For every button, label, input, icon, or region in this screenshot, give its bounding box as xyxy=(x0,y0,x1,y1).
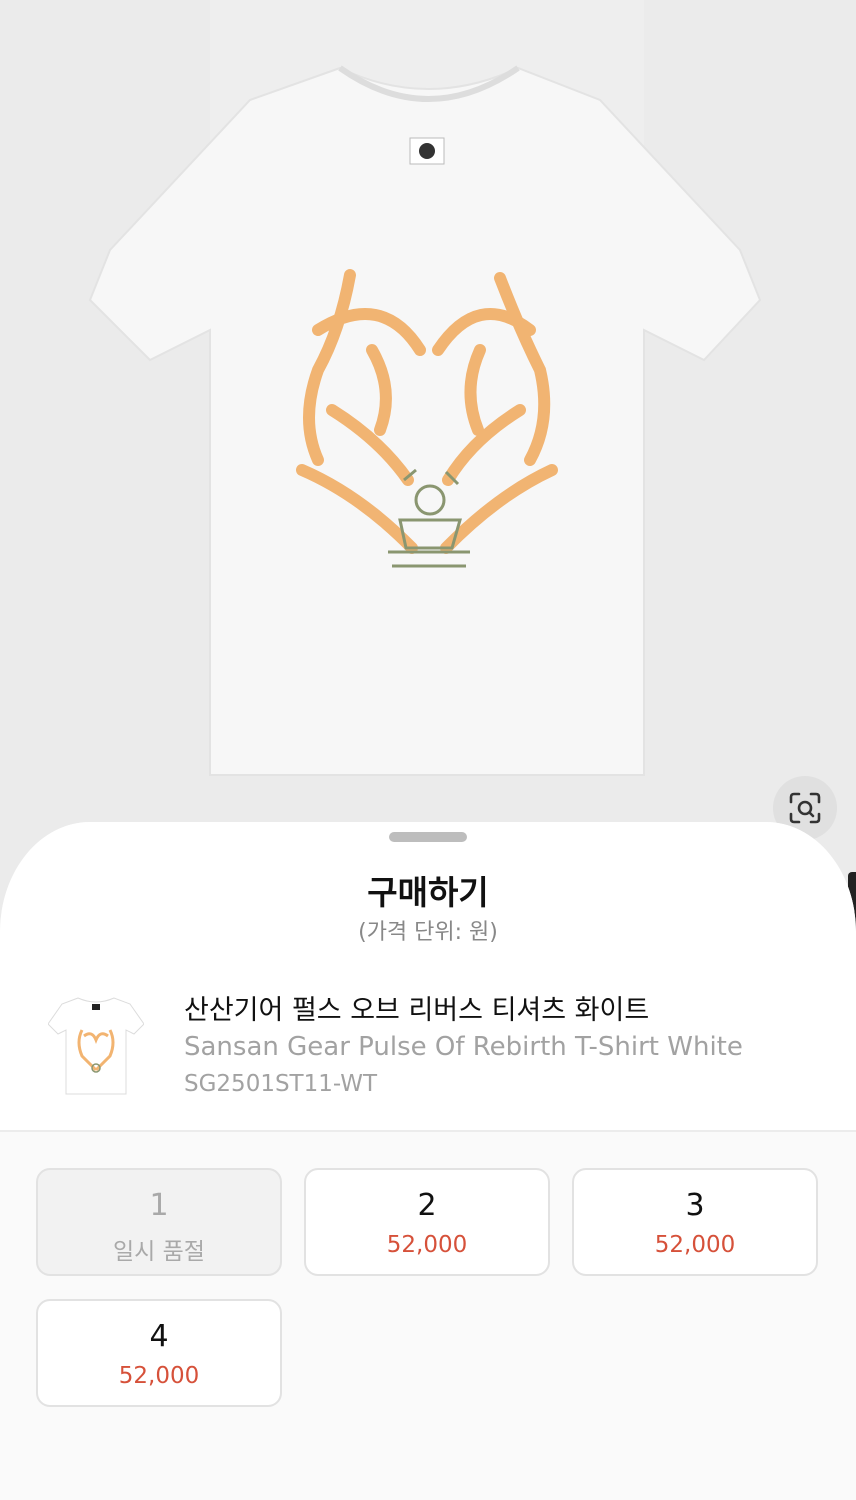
purchase-sheet: 구매하기 (가격 단위: 원) 산산기어 펄스 오브 리버스 티셔츠 화이트 S… xyxy=(0,822,856,1500)
product-name-ko: 산산기어 펄스 오브 리버스 티셔츠 화이트 xyxy=(184,995,650,1026)
size-status: 일시 품절 xyxy=(113,1239,205,1265)
size-option-2[interactable]: 2 52,000 xyxy=(304,1168,550,1276)
size-label: 1 xyxy=(149,1188,169,1223)
size-label: 4 xyxy=(149,1319,169,1354)
size-option-3[interactable]: 3 52,000 xyxy=(572,1168,818,1276)
t-shirt-image xyxy=(88,65,762,776)
product-image-area xyxy=(0,0,856,860)
size-label: 3 xyxy=(685,1188,705,1223)
size-label: 2 xyxy=(417,1188,437,1223)
sheet-drag-handle[interactable] xyxy=(389,832,467,842)
size-option-4[interactable]: 4 52,000 xyxy=(36,1299,282,1407)
size-price: 52,000 xyxy=(118,1363,200,1389)
product-thumbnail xyxy=(48,997,144,1095)
product-sku: SG2501ST11-WT xyxy=(184,1071,378,1097)
size-option-1[interactable]: 1 일시 품절 xyxy=(36,1168,282,1276)
visual-search-icon xyxy=(789,792,821,824)
size-price: 52,000 xyxy=(386,1232,468,1258)
sheet-title: 구매하기 xyxy=(367,873,489,912)
section-divider xyxy=(0,1130,856,1132)
size-price: 52,000 xyxy=(654,1232,736,1258)
product-name-en: Sansan Gear Pulse Of Rebirth T-Shirt Whi… xyxy=(184,1032,743,1062)
price-unit-note: (가격 단위: 원) xyxy=(358,920,498,945)
